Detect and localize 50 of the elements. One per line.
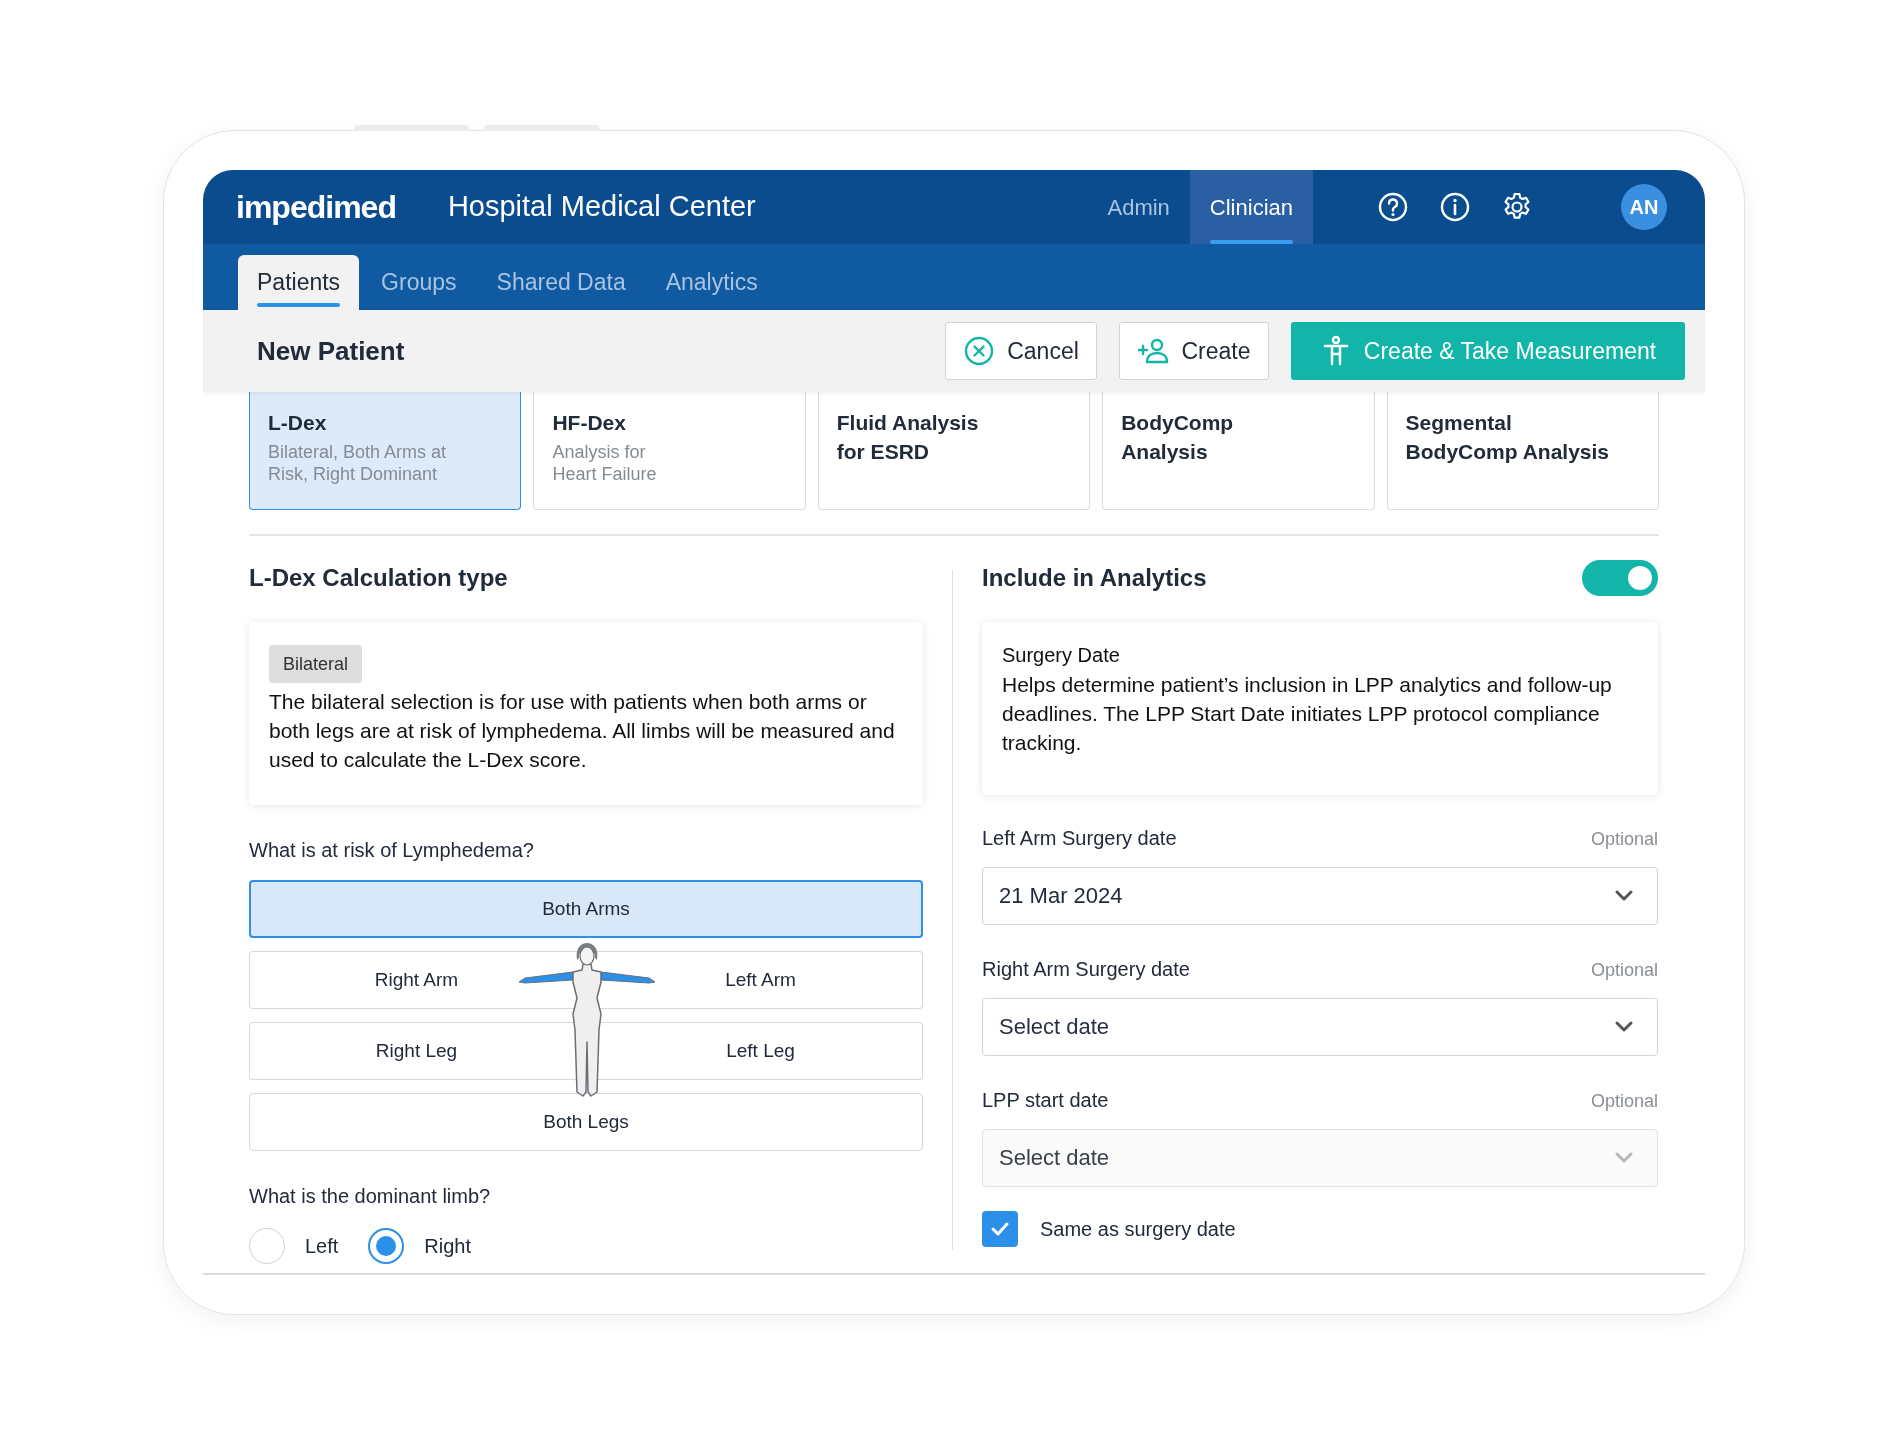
action-button[interactable]: Cancel (945, 322, 1097, 380)
radio-option[interactable]: Right (368, 1228, 472, 1264)
optional-hint: Optional (1590, 1090, 1658, 1113)
field-label: Left Arm Surgery date (982, 826, 1177, 851)
analytics-toggle[interactable] (1582, 560, 1658, 596)
section-heading: Include in Analytics (982, 563, 1207, 593)
info-text: Helps determine patient’s inclusion in LPP analytics and follow-up deadlines. The LPP Start Date initiates LPP protocol compliance tracking. (1002, 672, 1613, 756)
chevron-down-icon (1614, 1151, 1634, 1165)
role-tab[interactable]: Clinician (1189, 170, 1313, 244)
question-label: What is the dominant limb? (249, 1184, 492, 1209)
test-type-card[interactable]: BodyComp Analysis (1102, 392, 1375, 510)
page-title: New Patient (257, 334, 405, 368)
question-label: What is at risk of Lymphedema? (249, 838, 535, 863)
limb-option[interactable]: Both Legs (249, 1093, 923, 1151)
limb-option[interactable]: Left Arm (657, 951, 923, 1009)
info-icon[interactable] (1439, 191, 1471, 223)
date-select: Select date (982, 1129, 1658, 1187)
type-badge: Bilateral (269, 645, 363, 683)
description-text: The bilateral selection is for use with patients when both arms or both legs are at risk of lymphedema. All limbs will be measured and used to calculate the L-Dex score. (269, 689, 896, 773)
test-type-card[interactable]: Fluid Analysis for ESRD (817, 392, 1091, 510)
organization-name: Hospital Medical Center (447, 189, 756, 225)
optional-hint: Optional (1590, 959, 1658, 982)
test-type-card[interactable]: HF-Dex Analysis for Heart Failure (533, 392, 806, 510)
action-button[interactable]: Create (1119, 322, 1269, 380)
test-type-card[interactable]: L-Dex Bilateral, Both Arms at Risk, Right Dominant (249, 392, 522, 510)
limb-option[interactable]: Right Arm (249, 951, 517, 1009)
chevron-down-icon (1614, 1020, 1634, 1034)
optional-hint: Optional (1590, 828, 1658, 851)
limb-option[interactable]: Left Leg (657, 1022, 923, 1080)
limb-option[interactable]: Both Arms (249, 880, 923, 938)
nav-tab[interactable]: Shared Data (477, 255, 645, 310)
cancel-icon (963, 335, 996, 367)
role-tab[interactable]: Admin (1087, 170, 1190, 244)
field-label: Right Arm Surgery date (982, 957, 1190, 982)
limb-option[interactable]: Right Leg (249, 1022, 517, 1080)
nav-tab[interactable]: Patients (238, 255, 360, 310)
logo: impedimed (236, 188, 396, 227)
help-icon[interactable] (1377, 191, 1409, 223)
chevron-down-icon (1614, 889, 1634, 903)
radio-option[interactable]: Left (249, 1228, 339, 1264)
section-heading: L-Dex Calculation type (249, 563, 509, 593)
info-title: Surgery Date (1002, 643, 1121, 668)
checkbox-option[interactable]: Same as surgery date (982, 1211, 1658, 1247)
nav-tab[interactable]: Analytics (646, 255, 777, 310)
date-select[interactable]: Select date (982, 998, 1658, 1056)
nav-tab[interactable]: Groups (362, 255, 476, 310)
date-select[interactable]: 21 Mar 2024 (982, 867, 1658, 925)
check-icon (990, 1221, 1010, 1237)
field-label: LPP start date (982, 1088, 1109, 1113)
test-type-card[interactable]: Segmental BodyComp Analysis (1386, 392, 1659, 510)
